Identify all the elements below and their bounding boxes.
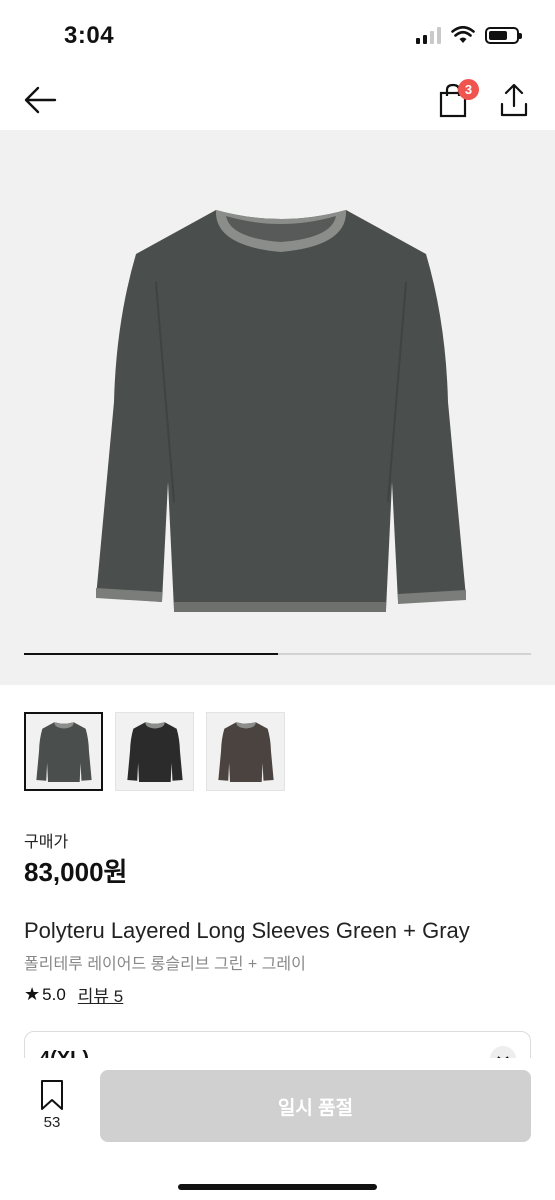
bookmark-button[interactable]: 53 [30, 1078, 74, 1131]
wifi-icon [451, 26, 475, 43]
product-title-en: Polyteru Layered Long Sleeves Green + Gr… [24, 918, 470, 943]
product-title-ko: 폴리테루 레이어드 롱슬리브 그린 + 그레이 [24, 956, 306, 973]
gallery-progress [24, 653, 531, 655]
price: 83,000원 [24, 857, 128, 887]
soldout-button[interactable]: 일시 품절 [100, 1070, 531, 1142]
nav-bar: 3 [0, 72, 555, 130]
thumb-green-gray[interactable] [24, 712, 103, 791]
arrow-left-icon [24, 86, 57, 114]
share-icon [500, 83, 528, 117]
rating-value: 5.0 [42, 984, 66, 1004]
status-icons [416, 26, 522, 44]
thumbnail-image [126, 721, 183, 782]
price-label: 구매가 [24, 834, 69, 851]
signal-icon [416, 26, 441, 44]
thumb-brown[interactable] [206, 712, 285, 791]
thumbnail-image [217, 721, 274, 782]
bookmark-icon [41, 1080, 63, 1110]
thumbnail-list [24, 712, 285, 791]
thumb-black[interactable] [115, 712, 194, 791]
rating-row: ★ 5.0 리뷰 5 [24, 982, 123, 1007]
home-indicator [178, 1184, 377, 1190]
gallery-progress-fill [24, 653, 278, 655]
battery-icon [485, 26, 522, 44]
status-time: 3:04 [64, 22, 115, 49]
share-button[interactable] [496, 80, 532, 120]
bookmark-count: 53 [43, 1114, 61, 1131]
product-image-gallery[interactable] [0, 130, 555, 685]
back-button[interactable] [22, 82, 62, 118]
review-link[interactable]: 리뷰 5 [78, 982, 123, 1007]
cart-count-badge: 3 [458, 79, 479, 100]
bottom-action-bar: 53 일시 품절 [0, 1058, 555, 1200]
star-icon: ★ [24, 984, 41, 1004]
product-image [96, 210, 466, 612]
status-bar: 3:04 [0, 0, 555, 72]
thumbnail-image [35, 721, 92, 782]
